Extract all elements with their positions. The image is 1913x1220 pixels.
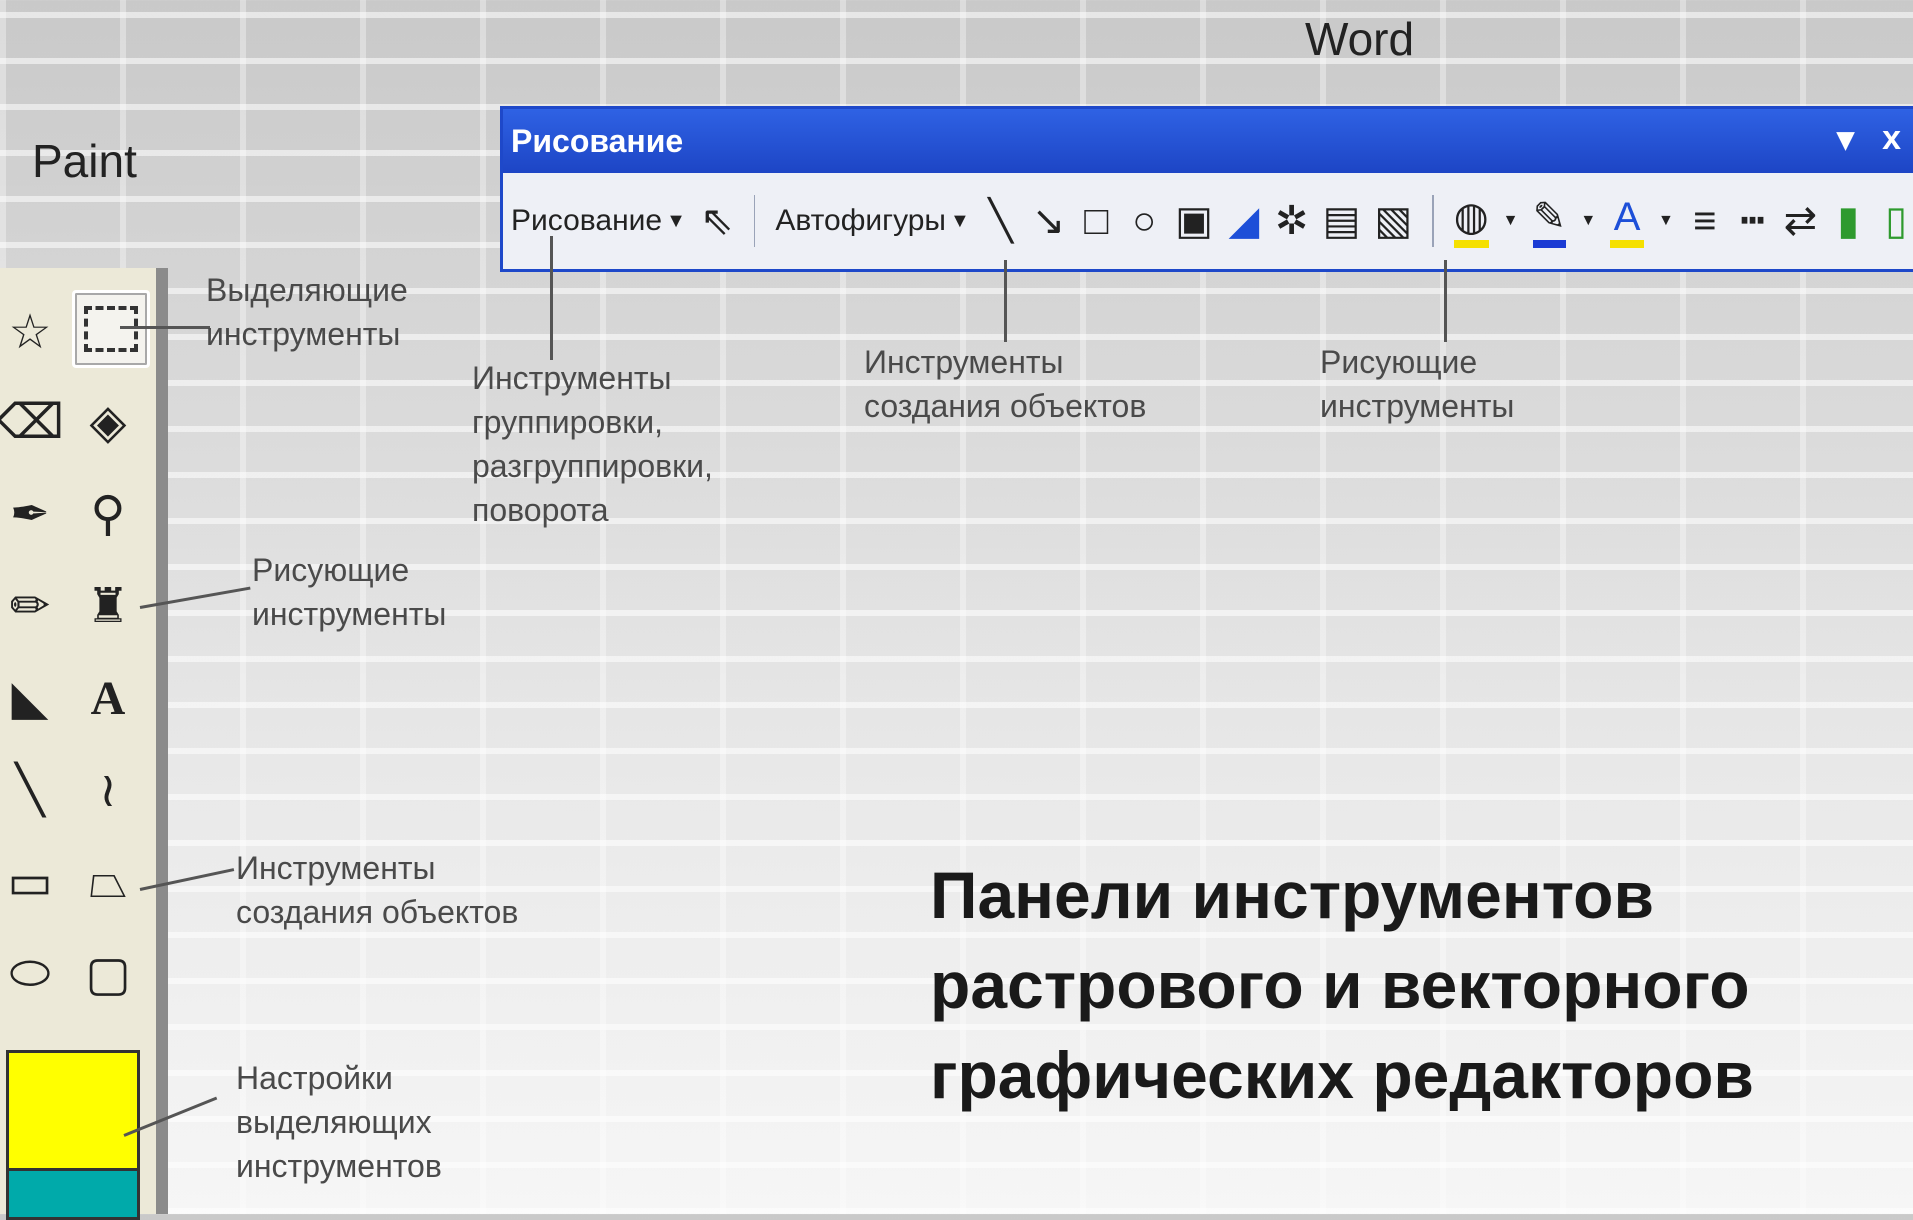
select-objects-icon[interactable]: ⇖ [700, 198, 734, 244]
3d-icon[interactable]: ▯ [1879, 198, 1913, 244]
arrow-icon[interactable]: ↘ [1032, 198, 1066, 244]
pointer-line [550, 236, 553, 360]
selection-settings-transparent[interactable] [6, 1168, 140, 1220]
paint-label: Paint [32, 135, 137, 187]
fill-color-icon[interactable]: ◍ [1453, 194, 1489, 248]
toolbar-titlebar[interactable]: Рисование ▾ x [503, 109, 1913, 173]
annotation-drawing-tools: Рисующие инструменты [1320, 344, 1515, 424]
drawing-menu-button[interactable]: Рисование ▼ [511, 204, 686, 238]
picture-icon[interactable]: ▧ [1374, 198, 1412, 244]
pointer-line [1444, 260, 1447, 342]
word-drawing-toolbar: Рисование ▾ x Рисование ▼ ⇖ Автофигуры ▼… [500, 106, 1913, 272]
pointer-line [120, 326, 210, 329]
arrow-style-icon[interactable]: ⇄ [1784, 198, 1818, 244]
chevron-down-icon[interactable]: ▼ [1503, 212, 1519, 230]
line-style-icon[interactable]: ≡ [1688, 199, 1722, 244]
polygon-tool-icon[interactable]: ⏢ [72, 846, 144, 918]
rectangle-icon[interactable]: □ [1079, 199, 1113, 244]
magnifier-icon[interactable]: ⚲ [72, 478, 144, 550]
wordart-icon[interactable]: ◢ [1227, 198, 1261, 244]
shadow-icon[interactable]: ▮ [1831, 198, 1865, 244]
drawing-menu-label: Рисование [511, 204, 663, 237]
annotation-grouping: Инструменты группировки, разгруппировки,… [472, 360, 713, 528]
free-select-icon[interactable]: ☆ [0, 296, 66, 368]
text-tool-icon[interactable]: A [72, 662, 144, 734]
eraser-icon[interactable]: ⌫ [0, 386, 66, 458]
curve-tool-icon[interactable]: ≀ [72, 754, 144, 826]
selection-settings-opaque[interactable] [6, 1050, 140, 1178]
close-icon[interactable]: x [1882, 119, 1901, 159]
annotation-object-creation: Инструменты создания объектов [864, 344, 1147, 424]
autoshapes-label: Автофигуры [775, 204, 946, 237]
word-label: Word [1305, 13, 1415, 65]
annotation-paint-settings: Настройки выделяющих инструментов [236, 1060, 442, 1184]
chevron-down-icon: ▼ [666, 209, 686, 232]
clip-art-icon[interactable]: ▤ [1323, 198, 1361, 244]
airbrush-icon[interactable]: ◣ [0, 662, 66, 734]
rect-select-button[interactable] [72, 290, 150, 368]
dash-style-icon[interactable]: ┅ [1736, 198, 1770, 244]
pointer-line [1004, 260, 1007, 342]
toolbar-separator [753, 195, 756, 247]
color-picker-icon[interactable]: ✒ [0, 478, 66, 550]
toolbar-title: Рисование [511, 122, 684, 159]
diagram-icon[interactable]: ✲ [1275, 198, 1309, 244]
toolbar-separator [1432, 195, 1434, 247]
annotation-selection-tools: Выделяющие инструменты [206, 272, 408, 352]
rectangle-tool-icon[interactable]: ▭ [0, 846, 66, 918]
annotation-paint-create: Инструменты создания объектов [236, 850, 519, 930]
page-title: Панели инструментов растрового и векторн… [930, 858, 1754, 1112]
rounded-rect-tool-icon[interactable]: ▢ [72, 938, 144, 1010]
oval-icon[interactable]: ○ [1127, 199, 1161, 244]
autoshapes-menu-button[interactable]: Автофигуры ▼ [775, 204, 969, 238]
chevron-down-icon: ▼ [950, 209, 970, 232]
line-icon[interactable]: ╲ [984, 198, 1018, 244]
paint-toolbox: ☆ ⌫ ◈ ✒ ⚲ ✏ ♜ ◣ A ╲ ≀ ▭ ⏢ ⬭ ▢ [0, 268, 168, 1214]
font-color-icon[interactable]: A [1610, 195, 1645, 248]
line-color-icon[interactable]: ✎ [1532, 194, 1567, 248]
brush-icon[interactable]: ♜ [72, 570, 144, 642]
text-box-icon[interactable]: ▣ [1175, 198, 1213, 244]
pencil-icon[interactable]: ✏ [0, 570, 66, 642]
chevron-down-icon[interactable]: ▼ [1580, 212, 1596, 230]
fill-bucket-icon[interactable]: ◈ [72, 386, 144, 458]
ellipse-tool-icon[interactable]: ⬭ [0, 938, 66, 1010]
toolbar-options-icon[interactable]: ▾ [1837, 119, 1854, 159]
annotation-paint-drawing: Рисующие инструменты [252, 552, 447, 632]
chevron-down-icon[interactable]: ▼ [1658, 212, 1674, 230]
line-tool-icon[interactable]: ╲ [0, 754, 66, 826]
toolbar-buttons: Рисование ▼ ⇖ Автофигуры ▼ ╲ ↘ □ ○ ▣ ◢ ✲… [503, 173, 1913, 269]
